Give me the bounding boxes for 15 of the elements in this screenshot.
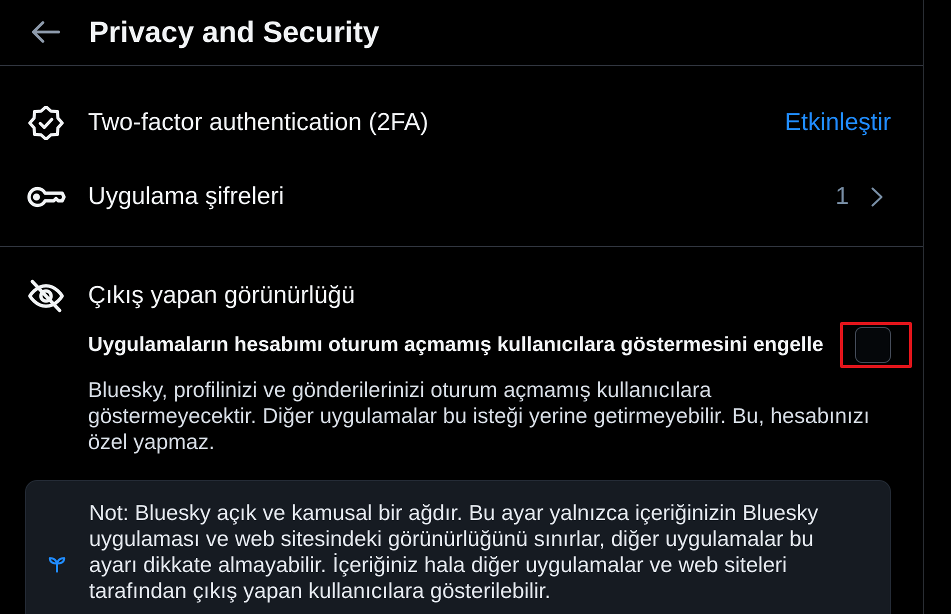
page-title: Privacy and Security bbox=[89, 16, 380, 50]
verified-badge-icon bbox=[26, 106, 66, 140]
back-arrow-icon[interactable] bbox=[30, 20, 62, 42]
checkbox[interactable] bbox=[855, 327, 891, 363]
setting-description: Bluesky, profilinizi ve gönderilerinizi oturum açmamış kullanıcılara göstermeyecektir. Diğer uygulamalar bu isteği yerine getirmeyebilir. Bu, hesabınızı özel yapmaz. bbox=[88, 377, 871, 455]
chevron-right-icon bbox=[871, 187, 883, 207]
setting-label: Uygulamaların hesabımı oturum açmamış kullanıcılara göstermesini engelle bbox=[88, 334, 824, 356]
setting-label: Two-factor authentication (2FA) bbox=[88, 109, 430, 137]
settings-item[interactable]: Uygulama şifreleri 1 bbox=[0, 160, 923, 234]
section-title: Çıkış yapan görünürlüğü bbox=[88, 282, 355, 310]
eye-slash-icon bbox=[26, 279, 66, 313]
enable-link[interactable]: Etkinleştir bbox=[784, 109, 891, 137]
sprout-icon bbox=[48, 555, 66, 573]
count-label: 1 bbox=[835, 183, 849, 211]
note-text: Not: Bluesky açık ve kamusal bir ağdır. Bu ayar yalnızca içeriğinizin Bluesky uygulaması ve web sitesindeki görünürlüğünü sınırlar, diğer uygulamalar bu ayarı dikkate almayabilir. İçeriğiniz hala diğer uygulamalar ve web siteleri tarafından çıkış yapan kullanıcılara gösterilebilir. bbox=[89, 500, 820, 604]
